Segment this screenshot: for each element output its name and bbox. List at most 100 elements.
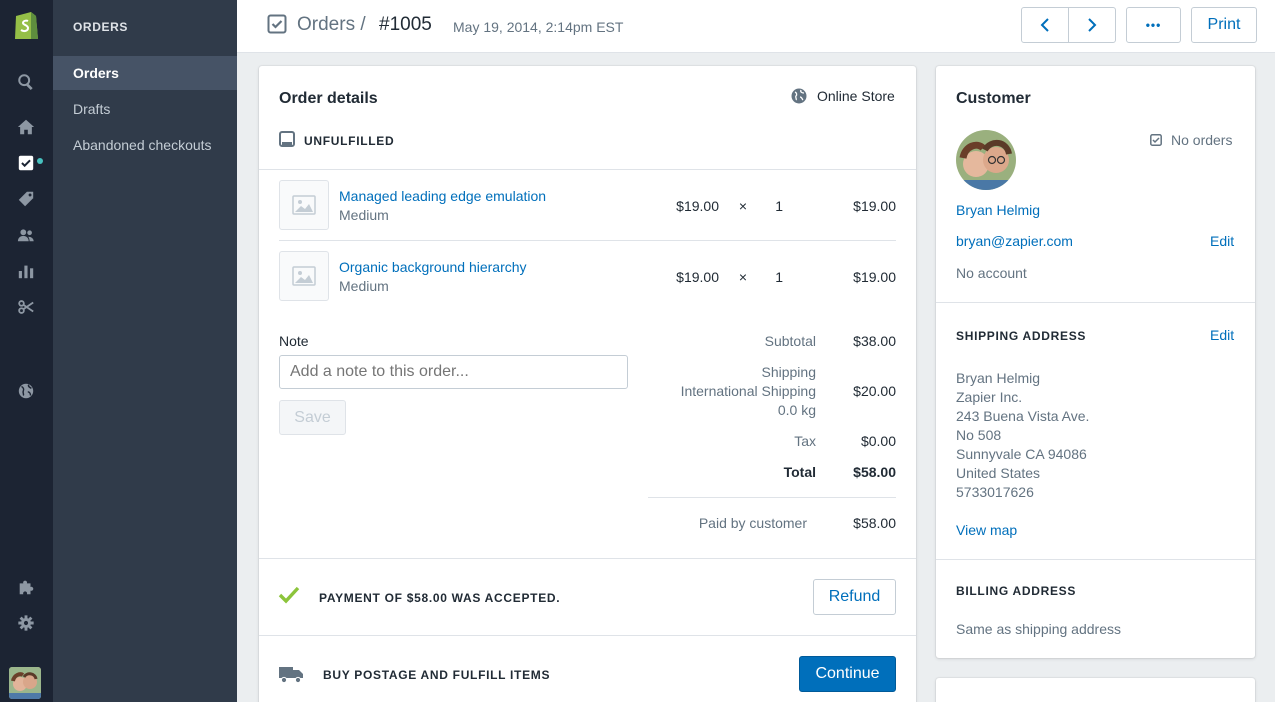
line-item-variant: Medium xyxy=(339,278,389,294)
notification-dot xyxy=(37,158,43,164)
divider xyxy=(936,302,1255,303)
line-item-quantity: 1 xyxy=(775,269,783,285)
customer-email-link[interactable]: bryan@zapier.com xyxy=(956,233,1073,249)
line-item-total: $19.00 xyxy=(853,269,896,285)
billing-address-title: BILLING ADDRESS xyxy=(956,584,1077,598)
address-line: 5733017626 xyxy=(956,484,1034,500)
paid-by-customer-value: $58.00 xyxy=(853,515,896,531)
orders-subnav: ORDERS Orders Drafts Abandoned checkouts xyxy=(53,0,237,702)
divider xyxy=(259,169,916,170)
note-label: Note xyxy=(279,333,309,349)
order-date: May 19, 2014, 2:14pm EST xyxy=(453,19,624,35)
orders-checkbox-icon xyxy=(267,14,287,34)
line-item-quantity: 1 xyxy=(775,198,783,214)
subnav-title: ORDERS xyxy=(73,20,128,34)
icon-rail xyxy=(0,0,53,702)
customers-icon[interactable] xyxy=(14,223,38,247)
line-item-times: × xyxy=(738,269,747,285)
customer-orders-count: No orders xyxy=(1171,132,1233,148)
address-line: United States xyxy=(956,465,1041,481)
line-item-price: $19.00 xyxy=(676,269,719,285)
tax-value: $0.00 xyxy=(860,433,896,449)
subnav-item-drafts[interactable]: Drafts xyxy=(53,92,237,126)
shipping-weight: 0.0 kg xyxy=(777,402,816,418)
view-map-link[interactable]: View map xyxy=(956,522,1017,538)
shipping-value: $20.00 xyxy=(853,383,896,399)
continue-button[interactable]: Continue xyxy=(799,656,896,692)
home-icon[interactable] xyxy=(14,115,38,139)
image-icon xyxy=(292,195,316,215)
orders-count-icon xyxy=(1150,133,1162,149)
line-item-name-link[interactable]: Organic background hierarchy xyxy=(339,259,527,275)
subtotal-value: $38.00 xyxy=(853,333,896,349)
truck-icon xyxy=(278,664,304,687)
chevron-right-icon xyxy=(1088,18,1097,32)
order-details-title: Order details xyxy=(279,90,378,107)
address-line: No 508 xyxy=(956,427,1002,443)
edit-customer-button[interactable]: Edit xyxy=(1210,233,1234,249)
next-order-button[interactable] xyxy=(1068,7,1116,43)
more-actions-button[interactable]: ••• xyxy=(1126,7,1181,43)
online-store-icon[interactable] xyxy=(14,379,38,403)
divider xyxy=(279,240,896,241)
divider xyxy=(259,558,916,559)
settings-icon[interactable] xyxy=(14,611,38,635)
image-icon xyxy=(292,266,316,286)
divider xyxy=(936,559,1255,560)
analytics-icon[interactable] xyxy=(14,259,38,283)
line-item-variant: Medium xyxy=(339,207,389,223)
previous-order-button[interactable] xyxy=(1021,7,1069,43)
line-item-times: × xyxy=(738,198,747,214)
address-line: Zapier Inc. xyxy=(956,389,1023,405)
edit-shipping-address-button[interactable]: Edit xyxy=(1210,327,1234,343)
apps-icon[interactable] xyxy=(14,575,38,599)
page-header: Orders / #1005 May 19, 2014, 2:14pm EST … xyxy=(237,0,1275,53)
customer-card: Customer No orders Bryan Helmig bryan@za… xyxy=(936,66,1255,658)
shipping-address-title: SHIPPING ADDRESS xyxy=(956,329,1087,343)
shopify-logo-icon[interactable] xyxy=(11,8,41,42)
customer-avatar xyxy=(956,130,1016,190)
fulfillment-status: UNFULFILLED xyxy=(304,134,395,148)
tag-icon[interactable] xyxy=(14,187,38,211)
orders-icon[interactable] xyxy=(14,151,38,175)
subtotal-label: Subtotal xyxy=(764,333,816,349)
paid-by-customer-label: Paid by customer xyxy=(698,515,807,531)
sales-channel: Online Store xyxy=(817,88,895,104)
shipping-label: Shipping xyxy=(761,364,817,380)
total-value: $58.00 xyxy=(853,464,896,480)
print-button[interactable]: Print xyxy=(1191,7,1257,43)
search-icon[interactable] xyxy=(14,70,38,94)
unfulfilled-icon xyxy=(279,131,295,150)
address-line: Bryan Helmig xyxy=(956,370,1041,386)
user-avatar[interactable] xyxy=(9,667,41,699)
customer-title: Customer xyxy=(956,90,1031,107)
subnav-item-abandoned-checkouts[interactable]: Abandoned checkouts xyxy=(53,128,237,162)
checkmark-icon xyxy=(278,586,300,607)
customer-account-status: No account xyxy=(956,265,1027,281)
address-line: 243 Buena Vista Ave. xyxy=(956,408,1090,424)
line-item-total: $19.00 xyxy=(853,198,896,214)
customer-name-link[interactable]: Bryan Helmig xyxy=(956,202,1040,218)
billing-address: Same as shipping address xyxy=(956,621,1121,637)
line-item-name-link[interactable]: Managed leading edge emulation xyxy=(339,188,546,204)
total-label: Total xyxy=(783,464,816,480)
page-title: #1005 xyxy=(379,14,432,35)
note-input[interactable] xyxy=(279,355,628,389)
address-line: Sunnyvale CA 94086 xyxy=(956,446,1087,462)
tax-label: Tax xyxy=(794,433,816,449)
product-image-placeholder xyxy=(279,251,329,301)
chevron-left-icon xyxy=(1040,18,1049,32)
fulfill-items-label: BUY POSTAGE AND FULFILL ITEMS xyxy=(323,668,551,682)
line-item-price: $19.00 xyxy=(676,198,719,214)
discounts-icon[interactable] xyxy=(14,295,38,319)
shipping-address: Bryan Helmig Zapier Inc. 243 Buena Vista… xyxy=(956,369,1089,502)
save-note-button[interactable]: Save xyxy=(279,400,346,435)
payment-status: PAYMENT OF $58.00 WAS ACCEPTED. xyxy=(319,591,561,605)
subnav-item-orders[interactable]: Orders xyxy=(53,56,237,90)
divider xyxy=(648,497,896,498)
refund-button[interactable]: Refund xyxy=(813,579,896,615)
shipping-method: International Shipping xyxy=(680,383,816,399)
globe-icon xyxy=(791,88,807,107)
product-image-placeholder xyxy=(279,180,329,230)
breadcrumb-orders[interactable]: Orders / xyxy=(297,14,366,36)
